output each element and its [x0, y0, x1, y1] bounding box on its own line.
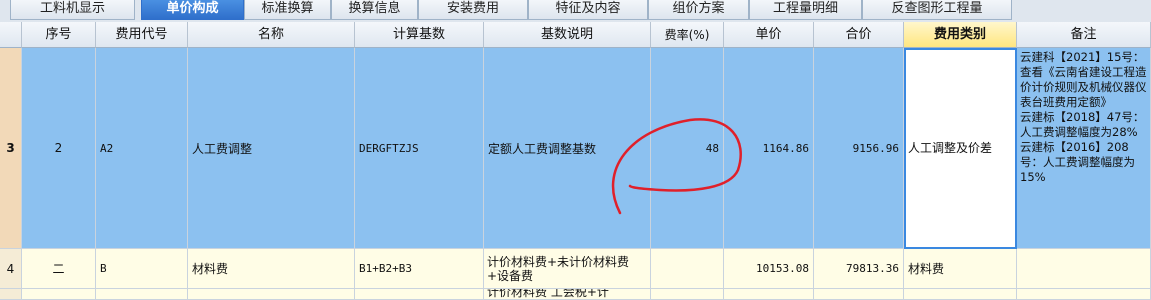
cell-base-desc[interactable]: 计价材料费+未计价材料费+设备费 [484, 249, 651, 289]
cell-rate[interactable] [651, 289, 724, 300]
row-number[interactable]: 4 [0, 249, 22, 289]
row-number[interactable] [0, 289, 22, 300]
column-header-seq[interactable]: 序号 [22, 22, 96, 48]
tab-standard-conversion[interactable]: 标准换算 [244, 0, 331, 20]
tab-quantity-details[interactable]: 工程量明细 [749, 0, 862, 20]
tab-features-content[interactable]: 特征及内容 [528, 0, 648, 20]
cell-fee-type[interactable]: 材料费 [904, 249, 1017, 289]
cell-total[interactable]: 79813.36 [814, 249, 904, 289]
cell-code[interactable] [96, 289, 188, 300]
cell-base[interactable]: DERGFTZJS [355, 48, 484, 249]
cell-base[interactable]: B1+B2+B3 [355, 249, 484, 289]
cell-name[interactable] [188, 289, 355, 300]
cell-base-desc[interactable]: 定额人工费调整基数 [484, 48, 651, 249]
cell-total[interactable]: 9156.96 [814, 48, 904, 249]
cell-unit-price[interactable]: 1164.86 [724, 48, 814, 249]
detail-tab-bar: 工料机显示 单价构成 标准换算 换算信息 安装费用 特征及内容 组价方案 工程量… [0, 0, 1151, 23]
tab-conversion-info[interactable]: 换算信息 [331, 0, 418, 20]
cell-unit-price[interactable]: 10153.08 [724, 249, 814, 289]
cell-rate[interactable] [651, 249, 724, 289]
cell-code[interactable]: B [96, 249, 188, 289]
cell-unit-price[interactable] [724, 289, 814, 300]
cell-base[interactable] [355, 289, 484, 300]
column-header-fee-type[interactable]: 费用类别 [904, 22, 1017, 48]
tab-pricing-scheme[interactable]: 组价方案 [648, 0, 749, 20]
cell-remark[interactable]: 云建科【2021】15号：查看《云南省建设工程造价计价规则及机械仪器仪表台班费用… [1017, 48, 1151, 249]
cell-name[interactable]: 人工费调整 [188, 48, 355, 249]
cell-total[interactable] [814, 289, 904, 300]
cell-code[interactable]: A2 [96, 48, 188, 249]
cell-seq[interactable]: 2 [22, 48, 96, 249]
cell-fee-type-editing[interactable]: 人工调整及价差 [904, 48, 1017, 249]
column-header-remark[interactable]: 备注 [1017, 22, 1151, 48]
column-header-unit-price[interactable]: 单价 [724, 22, 814, 48]
cell-remark[interactable] [1017, 249, 1151, 289]
tab-installation-fee[interactable]: 安装费用 [418, 0, 528, 20]
cell-name[interactable]: 材料费 [188, 249, 355, 289]
row-number[interactable]: 3 [0, 48, 22, 249]
cell-seq[interactable] [22, 289, 96, 300]
cell-rate[interactable]: 48 [651, 48, 724, 249]
cell-remark[interactable] [1017, 289, 1151, 300]
column-header-base-desc[interactable]: 基数说明 [484, 22, 651, 48]
corner-header [0, 22, 22, 48]
column-header-total[interactable]: 合价 [814, 22, 904, 48]
tab-unit-price-composition[interactable]: 单价构成 [141, 0, 244, 20]
column-header-rate[interactable]: 费率(%) [651, 22, 724, 48]
tab-labor-material-machine[interactable]: 工料机显示 [10, 0, 135, 20]
cell-fee-type[interactable] [904, 289, 1017, 300]
column-header-code[interactable]: 费用代号 [96, 22, 188, 48]
cell-seq[interactable]: 二 [22, 249, 96, 289]
unit-price-grid: 序号 费用代号 名称 计算基数 基数说明 费率(%) 单价 合价 费用类别 备注… [0, 22, 1151, 300]
column-header-name[interactable]: 名称 [188, 22, 355, 48]
cell-base-desc[interactable]: 计价材料费 工会税+计 [484, 289, 651, 300]
tab-reverse-graphic-quantity[interactable]: 反查图形工程量 [862, 0, 1012, 20]
column-header-base[interactable]: 计算基数 [355, 22, 484, 48]
